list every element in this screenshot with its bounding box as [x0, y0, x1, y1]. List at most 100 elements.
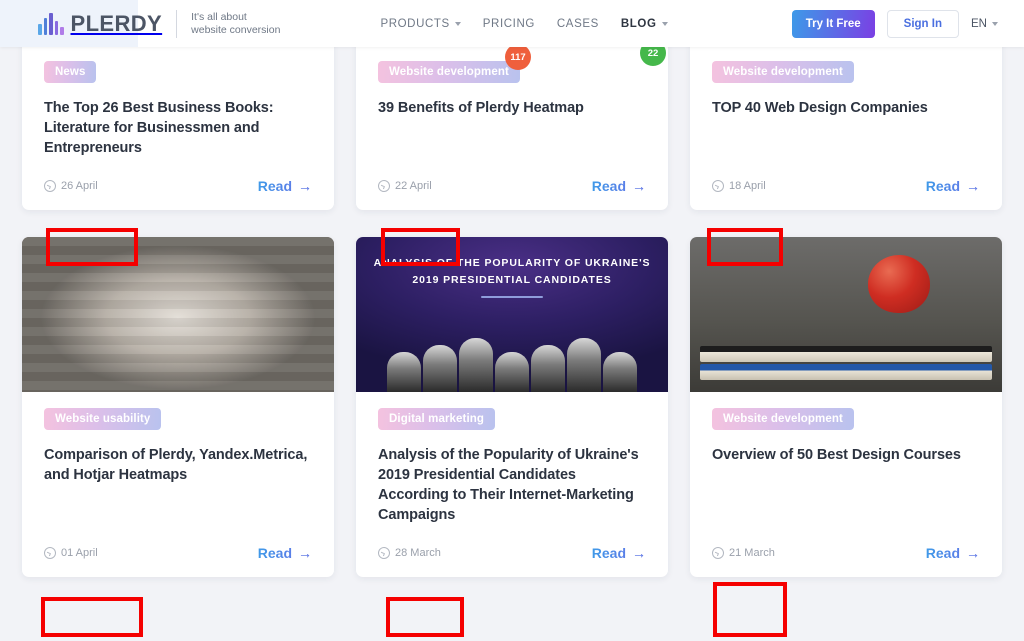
read-more-link[interactable]: Read → — [592, 545, 646, 561]
clock-icon — [44, 180, 56, 192]
card-title[interactable]: Comparison of Plerdy, Yandex.Metrica, an… — [44, 445, 312, 485]
post-date: 18 April — [712, 180, 766, 192]
read-more-link[interactable]: Read → — [258, 178, 312, 194]
post-date: 22 April — [378, 180, 432, 192]
header-actions: Try It Free Sign In EN — [792, 10, 998, 38]
arrow-right-icon: → — [632, 178, 646, 194]
category-tag[interactable]: Website development — [712, 61, 854, 83]
category-tag[interactable]: Website usability — [44, 408, 161, 430]
card-thumbnail — [22, 237, 334, 392]
card-footer: 22 April Read → — [378, 158, 646, 210]
nav-item-blog[interactable]: BLOG — [621, 18, 668, 30]
main-navigation: PRODUCTS PRICING CASES BLOG — [380, 18, 667, 30]
clock-icon — [378, 180, 390, 192]
nav-item-label: BLOG — [621, 18, 657, 30]
arrow-right-icon: → — [298, 178, 312, 194]
apple-illustration — [868, 255, 930, 313]
post-date: 26 April — [44, 180, 98, 192]
site-header: PLERDY It's all about website conversion… — [0, 0, 1024, 47]
card-ukraine-candidates[interactable]: ANALYSIS OF THE POPULARITY OF UKRAINE'S … — [356, 237, 668, 577]
clock-icon — [712, 547, 724, 559]
card-footer: 21 March Read → — [712, 525, 980, 577]
card-design-courses[interactable]: Website development Overview of 50 Best D… — [690, 237, 1002, 577]
nav-item-pricing[interactable]: PRICING — [483, 18, 535, 30]
nav-item-label: PRODUCTS — [380, 18, 449, 30]
nav-item-products[interactable]: PRODUCTS — [380, 18, 460, 30]
read-more-link[interactable]: Read → — [926, 545, 980, 561]
read-more-label: Read — [258, 178, 292, 194]
language-switcher[interactable]: EN — [971, 18, 998, 30]
card-footer: 01 April Read → — [44, 525, 312, 577]
card-footer: 26 April Read → — [44, 158, 312, 210]
post-date-label: 28 March — [395, 547, 441, 559]
clock-icon — [44, 547, 56, 559]
poster-divider — [481, 296, 543, 298]
card-footer: 28 March Read → — [378, 525, 646, 577]
post-date: 28 March — [378, 547, 441, 559]
card-body: Website development TOP 40 Web Design Com… — [690, 45, 1002, 210]
card-body: News The Top 26 Best Business Books: Lite… — [22, 45, 334, 210]
brand-logo-link[interactable]: PLERDY — [38, 11, 162, 37]
blog-posts-grid: News The Top 26 Best Business Books: Lite… — [0, 0, 1024, 577]
thumbnail-count-badge: 117 — [505, 44, 531, 70]
poster-headline: ANALYSIS OF THE POPULARITY OF UKRAINE'S … — [368, 255, 655, 289]
card-body: Website usability Comparison of Plerdy, Y… — [22, 392, 334, 577]
book-illustration — [700, 346, 992, 362]
card-footer: 18 April Read → — [712, 158, 980, 210]
post-date: 01 April — [44, 547, 98, 559]
card-body: Website development 39 Benefits of Plerdy… — [356, 45, 668, 210]
post-date-label: 21 March — [729, 547, 775, 559]
category-tag[interactable]: Digital marketing — [378, 408, 495, 430]
post-date-label: 26 April — [61, 180, 98, 192]
chevron-down-icon — [662, 22, 668, 26]
nav-item-label: CASES — [557, 18, 599, 30]
card-body: Website development Overview of 50 Best D… — [690, 392, 1002, 577]
brand-name: PLERDY — [71, 11, 163, 37]
date-highlight-21-march — [713, 582, 787, 637]
post-date: 21 March — [712, 547, 775, 559]
card-title[interactable]: The Top 26 Best Business Books: Literatu… — [44, 98, 312, 158]
plerdy-bars-icon — [38, 13, 64, 35]
category-tag[interactable]: Website development — [712, 408, 854, 430]
arrow-right-icon: → — [966, 178, 980, 194]
read-more-link[interactable]: Read → — [592, 178, 646, 194]
poster-candidate-figures — [356, 328, 668, 392]
try-it-free-button[interactable]: Try It Free — [792, 10, 875, 38]
clock-icon — [712, 180, 724, 192]
read-more-label: Read — [258, 545, 292, 561]
card-heatmaps-comparison[interactable]: Website usability Comparison of Plerdy, Y… — [22, 237, 334, 577]
post-date-label: 22 April — [395, 180, 432, 192]
sign-in-button[interactable]: Sign In — [887, 10, 959, 38]
category-tag[interactable]: News — [44, 61, 96, 83]
book-illustration — [700, 364, 992, 380]
read-more-label: Read — [592, 178, 626, 194]
read-more-link[interactable]: Read → — [258, 545, 312, 561]
brand-tagline-line-2: website conversion — [191, 24, 280, 37]
card-title[interactable]: 39 Benefits of Plerdy Heatmap — [378, 98, 646, 118]
arrow-right-icon: → — [632, 545, 646, 561]
post-date-label: 18 April — [729, 180, 766, 192]
category-tag[interactable]: Website development — [378, 61, 520, 83]
card-title[interactable]: Overview of 50 Best Design Courses — [712, 445, 980, 465]
brand-tagline-line-1: It's all about — [191, 11, 280, 24]
nav-item-label: PRICING — [483, 18, 535, 30]
nav-item-cases[interactable]: CASES — [557, 18, 599, 30]
card-thumbnail: ANALYSIS OF THE POPULARITY OF UKRAINE'S … — [356, 237, 668, 392]
card-title[interactable]: Analysis of the Popularity of Ukraine's … — [378, 445, 646, 525]
chevron-down-icon — [455, 22, 461, 26]
brand-tagline: It's all about website conversion — [191, 11, 280, 37]
card-title[interactable]: TOP 40 Web Design Companies — [712, 98, 980, 118]
card-thumbnail — [690, 237, 1002, 392]
language-switcher-label: EN — [971, 18, 987, 30]
date-highlight-01-april — [41, 597, 143, 637]
brand-divider — [176, 10, 177, 38]
card-body: Digital marketing Analysis of the Popular… — [356, 392, 668, 577]
read-more-label: Read — [926, 178, 960, 194]
arrow-right-icon: → — [966, 545, 980, 561]
post-date-label: 01 April — [61, 547, 98, 559]
read-more-label: Read — [592, 545, 626, 561]
chevron-down-icon — [992, 22, 998, 26]
arrow-right-icon: → — [298, 545, 312, 561]
read-more-link[interactable]: Read → — [926, 178, 980, 194]
read-more-label: Read — [926, 545, 960, 561]
